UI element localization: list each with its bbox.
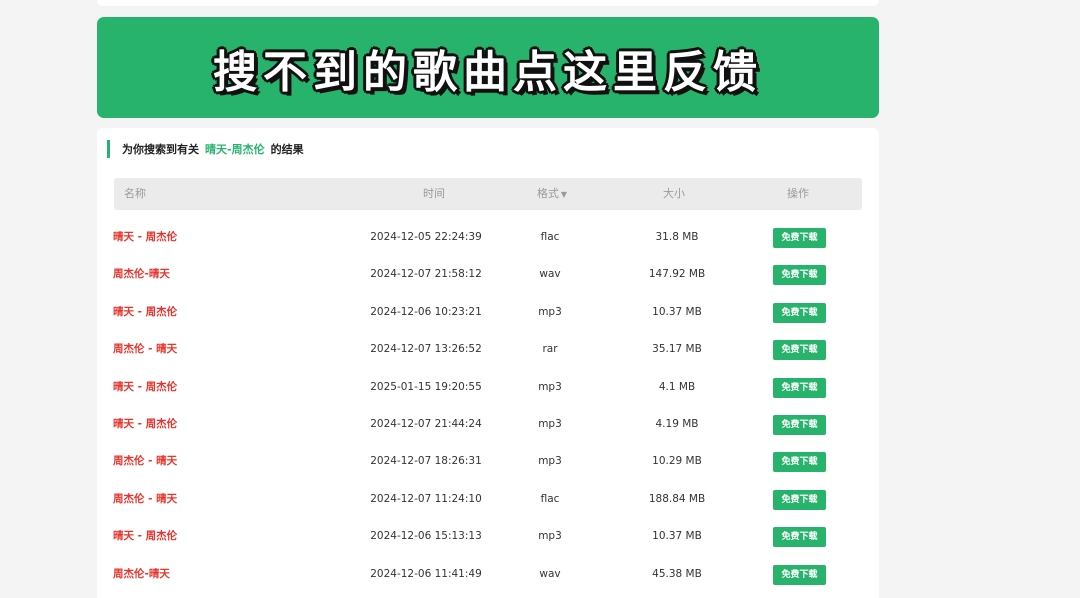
feedback-banner[interactable]: 搜不到的歌曲点这里反馈 xyxy=(97,17,879,118)
free-download-button[interactable]: 免费下载 xyxy=(773,265,826,286)
file-format: mp3 xyxy=(538,380,562,393)
caret-down-icon: ▼ xyxy=(560,190,568,199)
header-format-label: 格式 xyxy=(536,187,559,200)
action-cell: 免费下载 xyxy=(773,331,827,368)
file-size: 4.19 MB xyxy=(655,417,699,430)
result-heading: 为你搜索到有关 晴天-周杰伦 的结果 xyxy=(107,140,304,158)
feedback-banner-text: 搜不到的歌曲点这里反馈 xyxy=(213,46,763,98)
file-size: 10.37 MB xyxy=(652,305,702,318)
file-format: mp3 xyxy=(538,417,562,430)
file-format: flac xyxy=(540,492,560,505)
free-download-button[interactable]: 免费下载 xyxy=(773,340,826,361)
file-format: mp3 xyxy=(538,455,562,468)
table-row: 周杰伦-晴天 2024-12-07 21:58:12 wav 147.92 MB 免费下… xyxy=(97,256,879,293)
file-size: 45.38 MB xyxy=(652,567,702,580)
table-row: 晴天 - 周杰伦 2025-01-15 19:20:55 mp3 4.1 MB 免费下载 xyxy=(97,369,879,406)
action-cell: 免费下载 xyxy=(773,369,827,406)
action-cell: 免费下载 xyxy=(773,294,827,331)
header-action: 操作 xyxy=(787,187,809,200)
upload-time: 2024-12-07 11:24:10 xyxy=(370,492,482,505)
song-name-link[interactable]: 晴天 - 周杰伦 xyxy=(113,518,177,555)
song-name-link[interactable]: 晴天 - 周杰伦 xyxy=(113,294,177,331)
free-download-button[interactable]: 免费下载 xyxy=(773,377,826,398)
header-time: 时间 xyxy=(423,187,445,200)
results-table-body: 晴天 - 周杰伦 2024-12-05 22:24:39 flac 31.8 MB 免费… xyxy=(97,219,879,593)
table-row: 周杰伦 - 晴天 2024-12-07 18:26:31 mp3 10.29 MB 免费… xyxy=(97,443,879,480)
upload-time: 2024-12-07 18:26:31 xyxy=(370,455,482,468)
song-name-link[interactable]: 周杰伦 - 晴天 xyxy=(113,331,177,368)
results-panel: 为你搜索到有关 晴天-周杰伦 的结果 名称 时间 格式 ▼ 大小 操作 晴天 - … xyxy=(97,128,879,598)
song-name-link[interactable]: 周杰伦 - 晴天 xyxy=(113,443,177,480)
table-row: 周杰伦 - 晴天 2024-12-07 13:26:52 rar 35.17 MB 免费… xyxy=(97,331,879,368)
free-download-button[interactable]: 免费下载 xyxy=(773,489,826,510)
header-name: 名称 xyxy=(124,187,146,200)
top-panel-edge xyxy=(97,0,879,6)
table-row: 晴天 - 周杰伦 2024-12-06 15:13:13 mp3 10.37 MB 免费… xyxy=(97,518,879,555)
upload-time: 2024-12-07 21:58:12 xyxy=(370,268,482,281)
upload-time: 2024-12-06 10:23:21 xyxy=(370,305,482,318)
free-download-button[interactable]: 免费下载 xyxy=(773,302,826,323)
free-download-button[interactable]: 免费下载 xyxy=(773,452,826,473)
free-download-button[interactable]: 免费下载 xyxy=(773,527,826,548)
result-heading-prefix: 为你搜索到有关 xyxy=(122,143,199,156)
table-row: 晴天 - 周杰伦 2024-12-06 10:23:21 mp3 10.37 MB 免费… xyxy=(97,294,879,331)
file-format: mp3 xyxy=(538,305,562,318)
file-format: rar xyxy=(542,343,558,356)
free-download-button[interactable]: 免费下载 xyxy=(773,564,826,585)
table-header: 名称 时间 格式 ▼ 大小 操作 xyxy=(114,178,862,210)
action-cell: 免费下载 xyxy=(773,443,827,480)
file-format: flac xyxy=(540,231,560,243)
file-size: 35.17 MB xyxy=(652,343,702,356)
file-format: mp3 xyxy=(538,530,562,543)
song-name-link[interactable]: 周杰伦-晴天 xyxy=(113,556,170,593)
action-cell: 免费下载 xyxy=(773,481,827,518)
song-name-link[interactable]: 周杰伦 - 晴天 xyxy=(113,481,177,518)
action-cell: 免费下载 xyxy=(773,556,827,593)
song-name-link[interactable]: 周杰伦-晴天 xyxy=(113,256,170,293)
action-cell: 免费下载 xyxy=(773,518,827,555)
action-cell: 免费下载 xyxy=(773,256,827,293)
upload-time: 2025-01-15 19:20:55 xyxy=(370,380,482,393)
file-size: 147.92 MB xyxy=(648,268,706,281)
upload-time: 2024-12-06 15:13:13 xyxy=(370,530,482,543)
free-download-button[interactable]: 免费下载 xyxy=(773,414,826,435)
file-format: wav xyxy=(539,268,561,281)
upload-time: 2024-12-07 13:26:52 xyxy=(370,343,482,356)
free-download-button[interactable]: 免费下载 xyxy=(773,228,826,248)
search-keyword: 晴天-周杰伦 xyxy=(205,143,265,156)
song-name-link[interactable]: 晴天 - 周杰伦 xyxy=(113,406,177,443)
file-size: 10.29 MB xyxy=(652,455,702,468)
action-cell: 免费下载 xyxy=(773,406,827,443)
table-row: 晴天 - 周杰伦 2024-12-07 21:44:24 mp3 4.19 MB 免费下… xyxy=(97,406,879,443)
header-format[interactable]: 格式 ▼ xyxy=(532,178,572,210)
action-cell: 免费下载 xyxy=(773,219,827,256)
upload-time: 2024-12-05 22:24:39 xyxy=(370,231,482,243)
file-size: 31.8 MB xyxy=(655,231,699,243)
file-size: 188.84 MB xyxy=(648,492,706,505)
table-row: 周杰伦-晴天 2024-12-06 11:41:49 wav 45.38 MB 免费下载 xyxy=(97,556,879,593)
header-size: 大小 xyxy=(663,187,685,200)
table-row: 晴天 - 周杰伦 2024-12-05 22:24:39 flac 31.8 MB 免费… xyxy=(97,219,879,256)
file-size: 4.1 MB xyxy=(658,380,696,393)
upload-time: 2024-12-06 11:41:49 xyxy=(370,567,482,580)
upload-time: 2024-12-07 21:44:24 xyxy=(370,417,482,430)
song-name-link[interactable]: 晴天 - 周杰伦 xyxy=(113,369,177,406)
result-heading-suffix: 的结果 xyxy=(270,143,304,156)
file-size: 10.37 MB xyxy=(652,530,702,543)
file-format: wav xyxy=(539,567,561,580)
table-row: 周杰伦 - 晴天 2024-12-07 11:24:10 flac 188.84 MB… xyxy=(97,481,879,518)
song-name-link[interactable]: 晴天 - 周杰伦 xyxy=(113,219,177,256)
